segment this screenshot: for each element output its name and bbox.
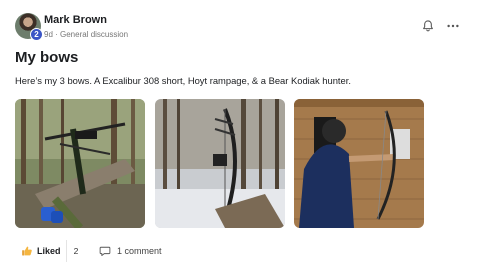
post-title: My bows (15, 49, 79, 66)
like-count[interactable]: 2 (66, 240, 85, 262)
post-meta: 9d · General discussion (44, 30, 129, 39)
photo-man-with-longbow[interactable] (294, 99, 424, 228)
photo-compound-bow-in-snow[interactable] (155, 99, 285, 228)
post-body: Here’s my 3 bows. A Excalibur 308 short,… (15, 75, 351, 86)
author-name[interactable]: Mark Brown (44, 14, 107, 26)
bell-icon[interactable] (421, 19, 435, 33)
comment-icon (99, 246, 111, 257)
like-label: Liked (37, 246, 61, 256)
photo-crossbow-in-woods[interactable] (15, 99, 145, 228)
post-card: 2 Mark Brown 9d · General discussion My … (0, 0, 480, 271)
thumbs-up-icon (22, 246, 32, 256)
comment-label: 1 comment (117, 246, 162, 256)
like-button[interactable]: Liked (15, 240, 68, 262)
comment-button[interactable]: 1 comment (99, 240, 162, 262)
author-level-badge: 2 (30, 28, 43, 41)
more-options-icon[interactable] (446, 19, 460, 33)
author-avatar-wrap[interactable]: 2 (15, 13, 43, 41)
